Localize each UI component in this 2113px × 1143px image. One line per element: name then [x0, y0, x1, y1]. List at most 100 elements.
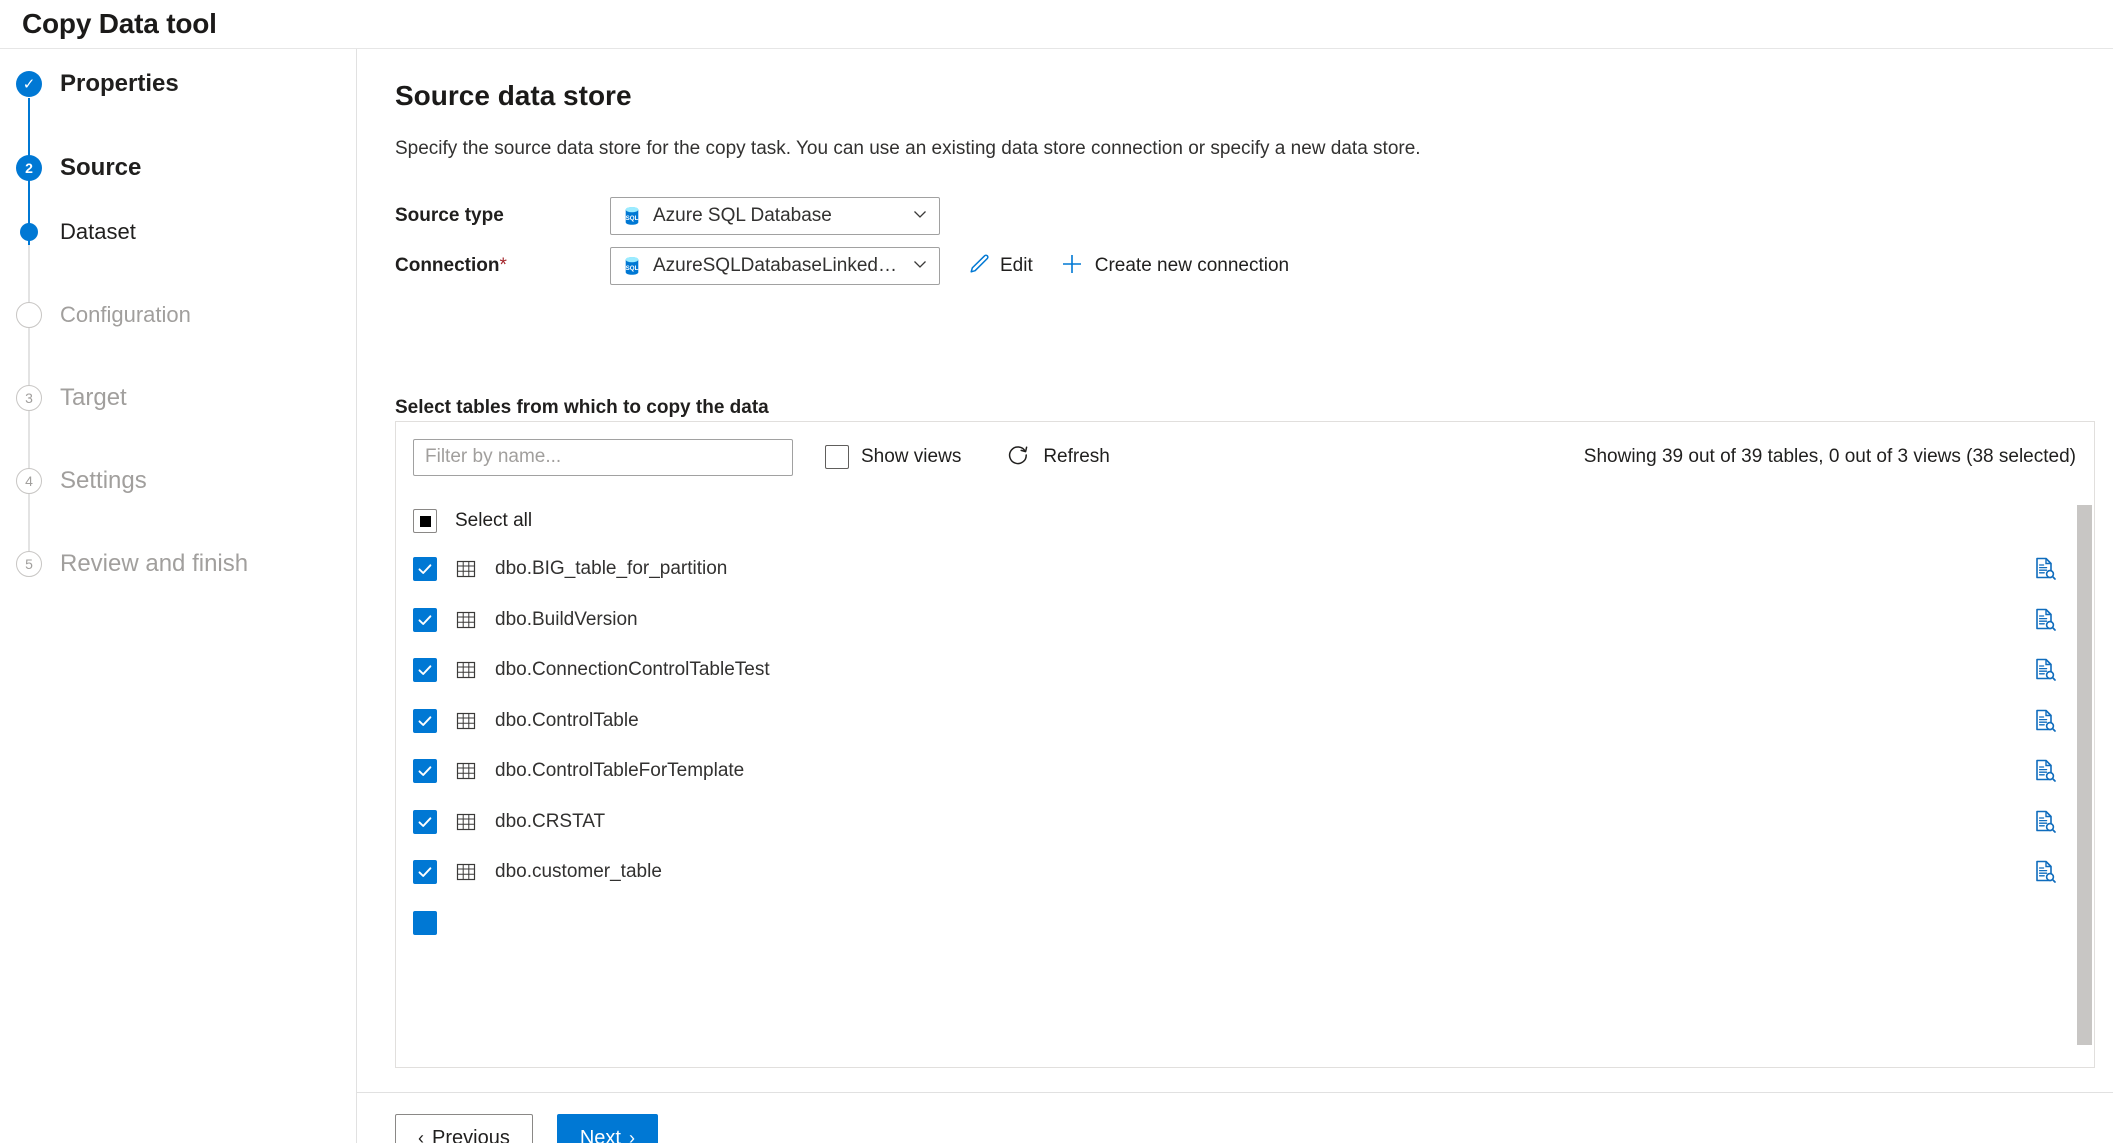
- copy-data-tool-window: Copy Data tool ✓ Properties 2 Source Dat…: [0, 0, 2113, 1143]
- chevron-left-icon: ‹: [418, 1127, 424, 1143]
- step-number-badge: 5: [16, 551, 42, 577]
- svg-text:SQL: SQL: [626, 265, 639, 272]
- table-row[interactable]: [413, 898, 2094, 949]
- select-tables-label: Select tables from which to copy the dat…: [395, 397, 769, 418]
- pencil-icon: [966, 252, 990, 281]
- table-name: dbo.ControlTableForTemplate: [495, 760, 745, 782]
- table-name: dbo.ControlTable: [495, 709, 639, 731]
- sidebar-item-label: Target: [60, 384, 127, 411]
- table-row[interactable]: dbo.BuildVersion: [413, 595, 2094, 646]
- table-row[interactable]: dbo.ConnectionControlTableTest: [413, 645, 2094, 696]
- table-name: dbo.BIG_table_for_partition: [495, 558, 728, 580]
- row-checkbox[interactable]: [413, 607, 437, 632]
- sidebar-item-label: Review and finish: [60, 550, 249, 577]
- select-all-row[interactable]: Select all: [396, 498, 2094, 544]
- required-marker: *: [499, 255, 507, 276]
- table-name: dbo.CRSTAT: [495, 810, 606, 832]
- page-title: Source data store: [395, 80, 632, 111]
- preview-data-icon[interactable]: [2032, 758, 2058, 784]
- sidebar-item-settings[interactable]: 4 Settings: [10, 463, 147, 499]
- connection-label-text: Connection: [395, 255, 500, 276]
- create-new-connection-label: Create new connection: [1094, 255, 1290, 276]
- sidebar-item-configuration[interactable]: Configuration: [10, 297, 191, 333]
- show-views-toggle[interactable]: Show views: [825, 445, 961, 469]
- filter-by-name-input[interactable]: [413, 438, 793, 476]
- table-row[interactable]: dbo.ControlTable: [413, 696, 2094, 747]
- source-type-row: Source type SQL Azure SQL Database: [395, 197, 940, 235]
- sidebar-item-label: Dataset: [60, 219, 136, 244]
- sidebar-item-review-and-finish[interactable]: 5 Review and finish: [10, 546, 248, 582]
- table-row[interactable]: dbo.ControlTableForTemplate: [413, 746, 2094, 797]
- page-description: Specify the source data store for the co…: [395, 138, 1421, 159]
- window-title: Copy Data tool: [22, 8, 217, 39]
- table-list-scrollbar[interactable]: [2077, 505, 2092, 1067]
- table-grid-icon: [455, 861, 477, 883]
- preview-data-icon[interactable]: [2032, 809, 2058, 835]
- main-content: Source data store Specify the source dat…: [357, 49, 2113, 1143]
- table-grid-icon: [455, 811, 477, 833]
- next-label: Next: [579, 1126, 621, 1143]
- azure-sql-database-icon: SQL: [621, 255, 643, 277]
- table-row[interactable]: dbo.BIG_table_for_partition: [413, 544, 2094, 595]
- chevron-down-icon: [911, 255, 929, 278]
- row-checkbox[interactable]: [413, 860, 437, 885]
- step-number-badge: 2: [16, 155, 42, 181]
- edit-connection-button[interactable]: Edit: [966, 252, 1033, 281]
- table-picker-toolbar: Show views Refresh Showing 39 out of 39 …: [396, 422, 2094, 492]
- scrollbar-thumb[interactable]: [2077, 505, 2092, 1045]
- step-empty-circle-icon: [16, 302, 42, 328]
- plus-icon: [1059, 251, 1085, 282]
- row-checkbox[interactable]: [413, 809, 437, 834]
- create-new-connection-button[interactable]: Create new connection: [1059, 251, 1289, 282]
- sidebar-item-label: Settings: [60, 467, 147, 494]
- sidebar-item-label: Properties: [60, 70, 179, 97]
- table-row[interactable]: dbo.customer_table: [413, 847, 2094, 898]
- preview-data-icon[interactable]: [2032, 657, 2058, 683]
- wizard-footer: ‹ Previous Next ›: [395, 1114, 658, 1143]
- connection-row: Connection* SQL AzureSQLDatabaseLinkedSe…: [395, 247, 1289, 285]
- sidebar-item-label: Configuration: [60, 302, 191, 327]
- table-list: dbo.BIG_table_for_partition dbo.BuildVer…: [396, 544, 2094, 948]
- sidebar-item-dataset[interactable]: Dataset: [10, 214, 136, 250]
- row-checkbox[interactable]: [413, 708, 437, 733]
- sidebar-item-target[interactable]: 3 Target: [10, 380, 127, 416]
- row-checkbox[interactable]: [413, 557, 437, 582]
- table-picker-panel: Show views Refresh Showing 39 out of 39 …: [395, 421, 2095, 1068]
- table-grid-icon: [455, 609, 477, 631]
- previous-button[interactable]: ‹ Previous: [395, 1114, 533, 1143]
- window-titlebar: Copy Data tool: [0, 0, 2113, 49]
- row-checkbox[interactable]: [413, 910, 437, 935]
- table-name: dbo.customer_table: [495, 861, 662, 883]
- previous-label: Previous: [432, 1126, 510, 1143]
- step-dot-icon: [16, 219, 42, 245]
- preview-data-icon[interactable]: [2032, 556, 2058, 582]
- edit-label: Edit: [1000, 255, 1033, 276]
- table-name: dbo.ConnectionControlTableTest: [495, 659, 770, 681]
- table-row[interactable]: dbo.CRSTAT: [413, 797, 2094, 848]
- showing-count-text: Showing 39 out of 39 tables, 0 out of 3 …: [1583, 446, 2076, 467]
- next-button[interactable]: Next ›: [556, 1114, 658, 1143]
- show-views-checkbox[interactable]: [825, 445, 849, 469]
- refresh-icon: [1005, 442, 1031, 473]
- preview-data-icon[interactable]: [2032, 607, 2058, 633]
- row-checkbox[interactable]: [413, 759, 437, 784]
- sidebar-item-source[interactable]: 2 Source: [10, 150, 141, 186]
- step-check-icon: ✓: [16, 71, 42, 97]
- preview-data-icon[interactable]: [2032, 859, 2058, 885]
- azure-sql-database-icon: SQL: [621, 205, 643, 227]
- table-grid-icon: [455, 558, 477, 580]
- refresh-button[interactable]: Refresh: [1005, 442, 1110, 473]
- preview-data-icon[interactable]: [2032, 708, 2058, 734]
- sidebar-item-properties[interactable]: ✓ Properties: [10, 66, 179, 102]
- refresh-label: Refresh: [1043, 446, 1110, 467]
- row-checkbox[interactable]: [413, 658, 437, 683]
- step-number-badge: 3: [16, 385, 42, 411]
- source-type-dropdown[interactable]: SQL Azure SQL Database: [610, 197, 940, 235]
- connection-dropdown[interactable]: SQL AzureSQLDatabaseLinkedService: [610, 247, 940, 285]
- sidebar-item-label: Source: [60, 154, 142, 181]
- table-name: dbo.BuildVersion: [495, 608, 638, 630]
- footer-divider: [357, 1092, 2113, 1093]
- select-all-checkbox[interactable]: [413, 509, 437, 533]
- table-grid-icon: [455, 760, 477, 782]
- svg-text:SQL: SQL: [626, 215, 639, 222]
